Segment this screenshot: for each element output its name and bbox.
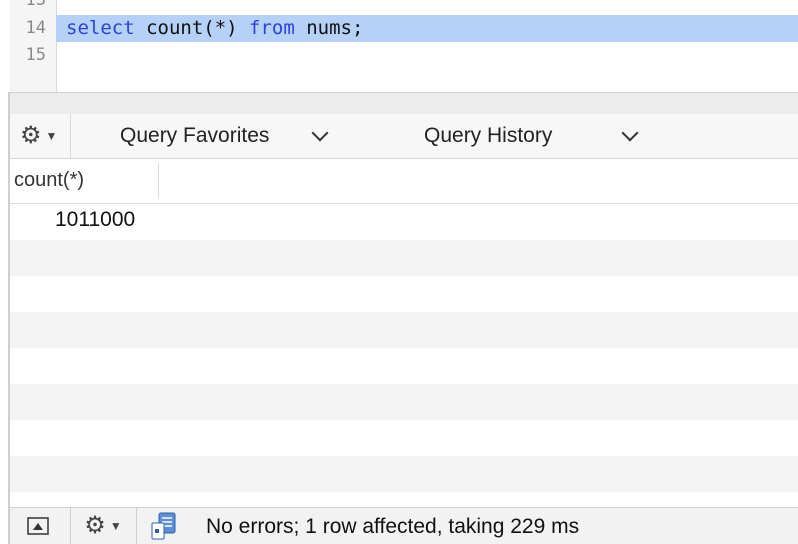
sql-statement[interactable]: select count(*) from nums; <box>66 15 363 42</box>
gear-icon: ⚙ <box>20 122 42 149</box>
dropdown-arrow-icon: ▼ <box>45 129 58 143</box>
gear-menu-button[interactable]: ⚙ ▼ <box>20 120 57 152</box>
status-gear-button[interactable]: ⚙ ▼ <box>78 508 128 544</box>
line-number: 13 <box>25 0 46 10</box>
query-editor[interactable]: 13 14 15 select count(*) from nums; <box>0 0 798 92</box>
query-log-icon <box>151 512 176 540</box>
dropdown-arrow-icon: ▼ <box>109 519 122 533</box>
sql-keyword-select: select <box>66 17 135 39</box>
query-toolbar: ⚙ ▼ Query Favorites Query History <box>10 114 798 159</box>
status-divider <box>70 508 71 544</box>
chevron-down-icon <box>311 124 329 142</box>
toggle-panel-button[interactable] <box>18 508 58 544</box>
panel-toggle-icon <box>27 517 49 535</box>
gear-icon: ⚙ <box>84 512 106 539</box>
query-history-label: Query History <box>424 124 553 147</box>
empty-row <box>10 312 798 348</box>
line-number: 14 <box>25 18 46 38</box>
query-favorites-dropdown[interactable] <box>311 120 329 152</box>
status-divider <box>136 508 137 544</box>
results-table: count(*) 1011000 <box>10 159 798 544</box>
sql-keyword-from: from <box>249 17 295 39</box>
query-history-dropdown[interactable] <box>621 120 639 152</box>
table-row[interactable]: 1011000 <box>10 204 798 240</box>
empty-row <box>10 420 798 456</box>
status-message: No errors; 1 row affected, taking 229 ms <box>206 515 580 538</box>
table-cell[interactable]: 1011000 <box>55 208 135 232</box>
empty-row <box>10 456 798 492</box>
toolbar-divider <box>70 114 71 158</box>
query-favorites-label: Query Favorites <box>120 124 270 147</box>
query-history-button[interactable]: Query History <box>424 120 552 152</box>
empty-row <box>10 240 798 276</box>
sql-text: nums; <box>294 17 364 39</box>
sql-text: count(*) <box>134 17 250 39</box>
column-header[interactable]: count(*) <box>14 169 84 192</box>
empty-row <box>10 276 798 312</box>
line-number: 15 <box>25 45 46 65</box>
empty-row <box>10 384 798 420</box>
query-favorites-button[interactable]: Query Favorites <box>120 120 269 152</box>
status-bar: ⚙ ▼ No errors; 1 row affected, taking 22… <box>10 507 798 544</box>
chevron-down-icon <box>621 124 639 142</box>
column-divider[interactable] <box>158 163 159 199</box>
editor-results-splitter[interactable] <box>10 92 798 116</box>
selected-code-line[interactable]: select count(*) from nums; <box>56 15 798 42</box>
empty-row <box>10 348 798 384</box>
table-header: count(*) <box>10 159 798 204</box>
query-log-button[interactable] <box>144 508 184 544</box>
line-number-gutter: 13 14 15 <box>10 0 57 92</box>
